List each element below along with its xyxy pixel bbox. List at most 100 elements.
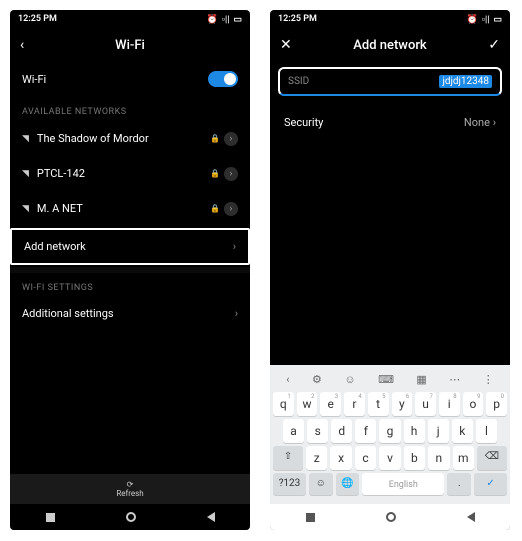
refresh-button[interactable]: ⟳ Refresh — [10, 474, 250, 504]
add-network-label: Add network — [24, 240, 86, 253]
ssid-placeholder: SSID — [288, 76, 309, 87]
security-row[interactable]: Security None › — [270, 102, 510, 143]
key-x[interactable]: x — [330, 446, 351, 470]
soft-keyboard: ‹ ⚙ ☺ ⌨ ▦ ⋯ ⋮ q1w2e3r4t5y6u7i8o9p0 asdfg… — [270, 365, 510, 504]
key-English[interactable]: English — [362, 473, 444, 495]
nav-home-icon[interactable] — [386, 512, 396, 522]
nav-bar — [270, 504, 510, 530]
add-network-row[interactable]: Add network › — [12, 230, 248, 263]
key-q[interactable]: q1 — [273, 392, 294, 416]
kb-tool[interactable]: ⚙ — [312, 373, 322, 386]
chevron-icon: › — [493, 116, 496, 129]
ssid-value: jdjdj12348 — [439, 75, 492, 88]
wifi-icon: ◥ — [22, 134, 29, 144]
security-label: Security — [284, 116, 323, 129]
alarm-icon: ⏰ — [467, 15, 478, 25]
key-l[interactable]: l — [476, 419, 497, 443]
alarm-icon: ⏰ — [207, 15, 218, 25]
key-n[interactable]: n — [428, 446, 449, 470]
network-name: The Shadow of Mordor — [37, 132, 149, 145]
status-time: 12:25 PM — [18, 14, 57, 25]
chevron-icon[interactable]: › — [224, 167, 238, 181]
network-name: M. A NET — [37, 202, 83, 215]
key-d[interactable]: d — [331, 419, 352, 443]
page-title: Add network — [270, 38, 510, 53]
wifi-settings-header: WI-FI SETTINGS — [10, 273, 250, 297]
key-z[interactable]: z — [306, 446, 327, 470]
key-⇧[interactable]: ⇧ — [273, 446, 303, 470]
network-row[interactable]: ◥ The Shadow of Mordor 🔒 › — [10, 121, 250, 156]
key-m[interactable]: m — [453, 446, 474, 470]
key-t[interactable]: t5 — [368, 392, 389, 416]
key-v[interactable]: v — [379, 446, 400, 470]
wifi-toggle[interactable] — [208, 71, 238, 87]
kb-tool[interactable]: ⋮ — [483, 373, 494, 386]
chevron-icon[interactable]: › — [224, 132, 238, 146]
key-?123[interactable]: ?123 — [273, 473, 306, 495]
status-bar: 12:25 PM ⏰ ▫︎|| ▭ — [270, 10, 510, 29]
page-title: Wi-Fi — [10, 38, 250, 53]
key-k[interactable]: k — [452, 419, 473, 443]
key-i[interactable]: i8 — [439, 392, 460, 416]
key-w[interactable]: w2 — [297, 392, 318, 416]
wifi-settings-screen: 12:25 PM ⏰ ▫︎|| ▭ ‹ Wi-Fi Wi-Fi AVAILABL… — [10, 10, 250, 530]
kb-tool[interactable]: ⌨ — [378, 373, 394, 386]
key-a[interactable]: a — [283, 419, 304, 443]
key-.[interactable]: . — [447, 473, 471, 495]
keyboard-toolbar: ‹ ⚙ ☺ ⌨ ▦ ⋯ ⋮ — [273, 369, 507, 392]
additional-settings-row[interactable]: Additional settings › — [10, 297, 250, 330]
close-button[interactable]: ✕ — [280, 37, 292, 53]
network-row[interactable]: ◥PTCL-142 🔒› — [10, 156, 250, 191]
key-g[interactable]: g — [379, 419, 400, 443]
key-j[interactable]: j — [428, 419, 449, 443]
status-bar: 12:25 PM ⏰ ▫︎|| ▭ — [10, 10, 250, 29]
key-s[interactable]: s — [307, 419, 328, 443]
status-time: 12:25 PM — [278, 14, 317, 25]
signal-icon: ▫︎|| — [222, 14, 230, 25]
key-b[interactable]: b — [404, 446, 425, 470]
key-p[interactable]: p0 — [486, 392, 507, 416]
add-network-screen: 12:25 PM ⏰ ▫︎|| ▭ ✕ Add network ✓ SSID j… — [270, 10, 510, 530]
kb-tool[interactable]: ▦ — [416, 373, 426, 386]
ssid-input[interactable]: SSID jdjdj12348 — [278, 67, 502, 96]
key-o[interactable]: o9 — [463, 392, 484, 416]
lock-icon: 🔒 — [210, 134, 220, 143]
key-⌫[interactable]: ⌫ — [477, 446, 507, 470]
nav-back-icon[interactable] — [207, 512, 215, 522]
kb-tool[interactable]: ‹ — [286, 373, 289, 386]
nav-home-icon[interactable] — [126, 512, 136, 522]
wifi-toggle-row[interactable]: Wi-Fi — [10, 61, 250, 97]
key-r[interactable]: r4 — [344, 392, 365, 416]
chevron-icon[interactable]: › — [224, 202, 238, 216]
kb-tool[interactable]: ⋯ — [449, 373, 460, 386]
lock-icon: 🔒 — [210, 169, 220, 178]
signal-icon: ▫︎|| — [482, 14, 490, 25]
available-networks-header: AVAILABLE NETWORKS — [10, 97, 250, 121]
wifi-label: Wi-Fi — [22, 73, 46, 86]
kb-tool[interactable]: ☺ — [344, 373, 355, 386]
nav-recent-icon[interactable] — [306, 513, 315, 522]
top-bar: ‹ Wi-Fi — [10, 29, 250, 61]
key-c[interactable]: c — [355, 446, 376, 470]
key-f[interactable]: f — [355, 419, 376, 443]
key-h[interactable]: h — [404, 419, 425, 443]
refresh-label: Refresh — [116, 489, 143, 498]
nav-bar — [10, 504, 250, 530]
refresh-icon: ⟳ — [127, 480, 134, 489]
confirm-button[interactable]: ✓ — [488, 37, 500, 53]
battery-icon: ▭ — [233, 15, 242, 25]
additional-settings-label: Additional settings — [22, 307, 114, 320]
key-u[interactable]: u7 — [415, 392, 436, 416]
key-✓[interactable]: ✓ — [474, 473, 507, 495]
key-🌐[interactable]: 🌐 — [336, 473, 360, 495]
security-value: None — [464, 116, 490, 129]
network-row[interactable]: ◥M. A NET 🔒› — [10, 191, 250, 226]
key-y[interactable]: y6 — [392, 392, 413, 416]
key-e[interactable]: e3 — [320, 392, 341, 416]
key-☺[interactable]: ☺ — [309, 473, 333, 495]
lock-icon: 🔒 — [210, 204, 220, 213]
back-button[interactable]: ‹ — [20, 37, 24, 53]
nav-back-icon[interactable] — [467, 512, 475, 522]
nav-recent-icon[interactable] — [46, 513, 55, 522]
add-network-highlight: Add network › — [10, 228, 250, 265]
